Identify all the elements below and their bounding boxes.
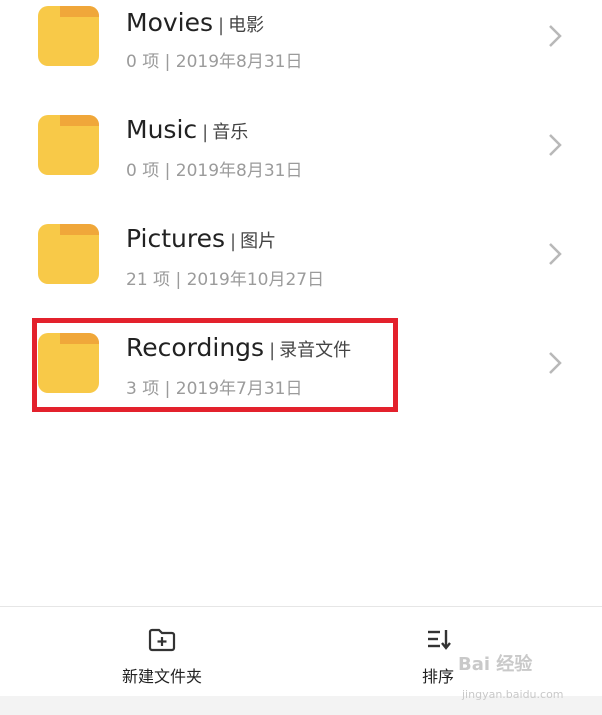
folder-icon [38, 224, 99, 284]
sort-icon [428, 630, 451, 650]
folder-name: Movies [126, 8, 214, 37]
folder-title: Pictures | 图片 [126, 224, 277, 253]
folder-icon [38, 6, 99, 66]
watermark-text: Bai 经验 [458, 654, 533, 675]
folder-name-cn: 音乐 [212, 122, 249, 143]
chevron-right-icon [549, 243, 562, 265]
folder-name-cn: 电影 [228, 15, 265, 36]
new-folder-button[interactable]: 新建文件夹 [112, 627, 212, 687]
folder-title: Music | 音乐 [126, 115, 249, 144]
chevron-right-icon [549, 134, 562, 156]
highlight-box [32, 318, 398, 412]
folder-name-cn: 图片 [240, 231, 277, 252]
folder-row-music[interactable]: Music | 音乐 0 项 | 2019年8月31日 [0, 91, 602, 200]
folder-row-movies[interactable]: Movies | 电影 0 项 | 2019年8月31日 [0, 0, 602, 91]
folder-icon [38, 115, 99, 175]
folder-title: Movies | 电影 [126, 8, 265, 37]
folder-meta: 0 项 | 2019年8月31日 [126, 161, 303, 181]
folder-meta: 0 项 | 2019年8月31日 [126, 52, 303, 72]
folder-name: Music [126, 115, 198, 144]
new-folder-label: 新建文件夹 [121, 667, 202, 686]
folder-row-pictures[interactable]: Pictures | 图片 21 项 | 2019年10月27日 [0, 200, 602, 309]
new-folder-icon [148, 628, 176, 652]
chevron-right-icon [549, 25, 562, 47]
folder-meta: 21 项 | 2019年10月27日 [126, 270, 325, 290]
folder-name: Pictures [126, 224, 225, 253]
watermark-url: jingyan.baidu.com [462, 688, 564, 701]
chevron-right-icon [549, 352, 562, 374]
